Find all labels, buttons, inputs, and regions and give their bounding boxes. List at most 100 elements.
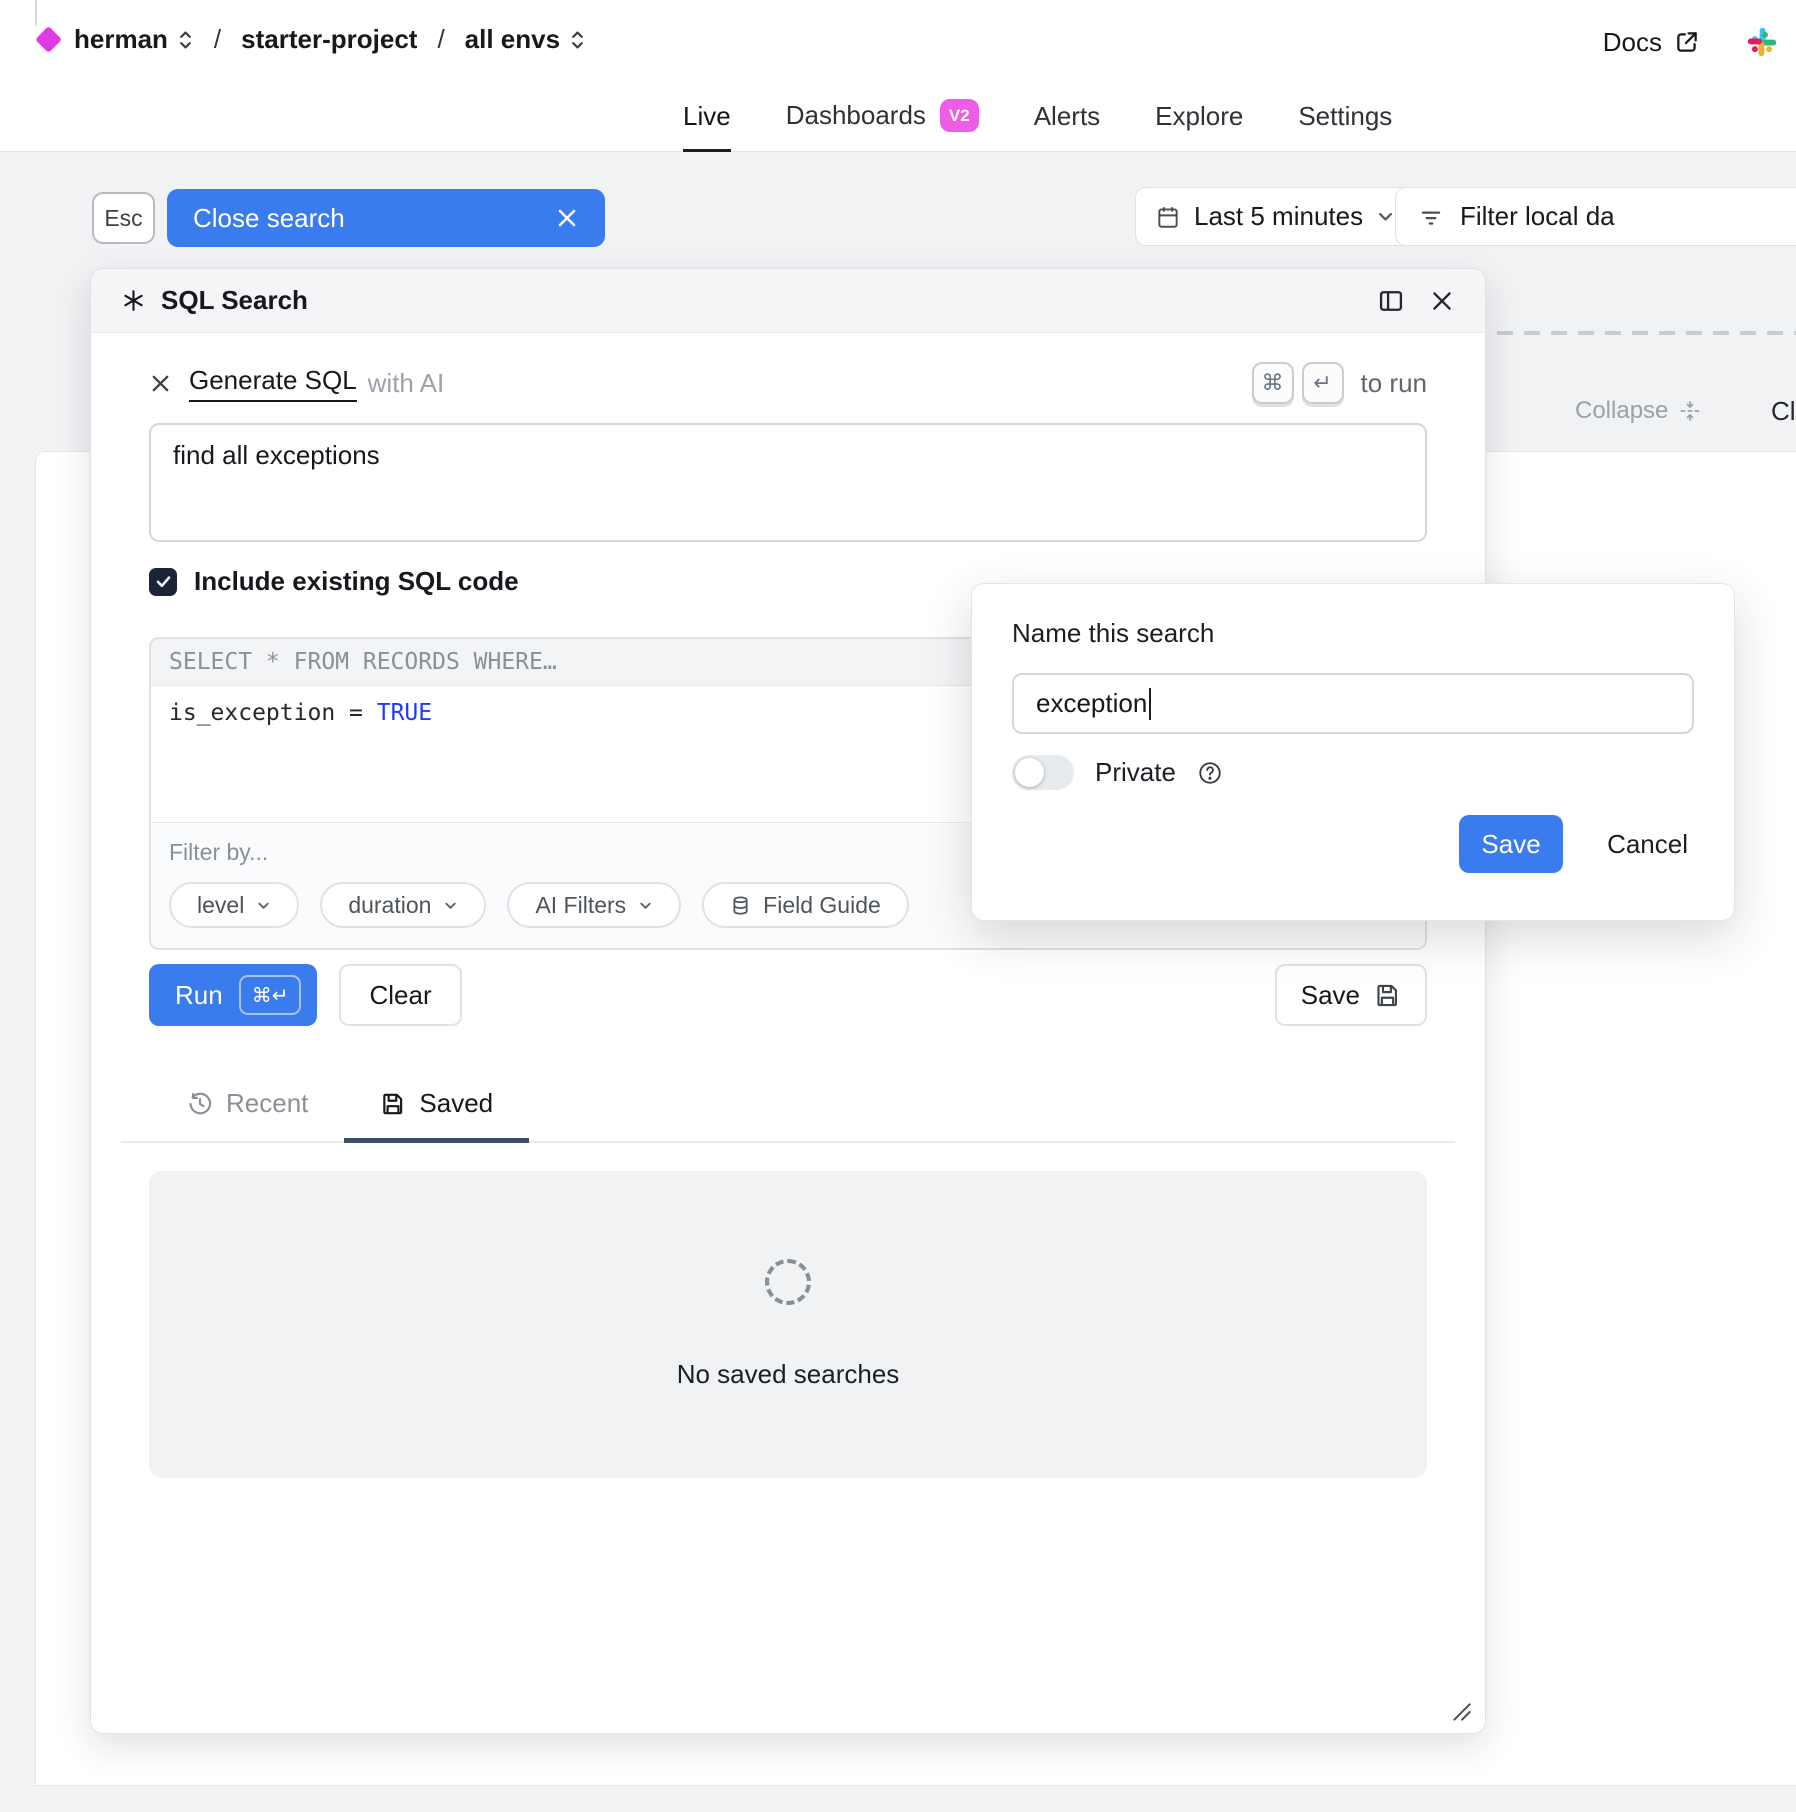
clipped-right-text[interactable]: Cl (1771, 396, 1796, 427)
skeleton-dashed-line (1497, 331, 1796, 335)
private-toggle[interactable] (1012, 755, 1074, 790)
tab-live[interactable]: Live (683, 101, 731, 152)
popover-title: Name this search (1012, 618, 1694, 649)
toggle-knob (1015, 758, 1044, 787)
edge-divider (35, 0, 37, 26)
history-icon (187, 1091, 213, 1117)
private-label: Private (1095, 757, 1176, 788)
docs-link[interactable]: Docs (1603, 27, 1700, 58)
save-button-label: Save (1301, 980, 1360, 1011)
tab-saved[interactable]: Saved (344, 1088, 529, 1141)
sql-code-field: is_exception (169, 700, 349, 726)
chip-label: AI Filters (535, 892, 626, 919)
calendar-icon (1155, 204, 1181, 230)
topbar-actions: Docs (1603, 26, 1778, 58)
search-name-value: exception (1036, 688, 1147, 719)
time-range-button[interactable]: Last 5 minutes (1135, 187, 1415, 246)
filter-local-label: Filter local da (1460, 201, 1615, 232)
include-sql-checkbox[interactable] (149, 568, 177, 596)
search-name-input[interactable]: exception (1012, 673, 1694, 734)
floppy-icon (380, 1091, 406, 1117)
updown-chevrons-icon (177, 28, 194, 52)
resize-handle[interactable] (1451, 1701, 1473, 1723)
tab-live-label: Live (683, 101, 731, 132)
filter-icon (1418, 204, 1444, 230)
check-icon (154, 572, 173, 591)
breadcrumb-separator: / (437, 24, 444, 55)
with-ai-label: with AI (368, 368, 445, 399)
ai-prompt-input[interactable]: find all exceptions (149, 423, 1427, 542)
generate-sql-row: Generate SQL with AI ⌘ ↵ to run (149, 361, 1427, 405)
esc-key-label: Esc (104, 205, 142, 232)
chip-field-guide[interactable]: Field Guide (702, 882, 909, 928)
enter-keycap: ↵ (1302, 362, 1344, 404)
chip-label: duration (348, 892, 431, 919)
tab-dashboards-label: Dashboards (786, 100, 926, 131)
tab-explore-label: Explore (1155, 101, 1243, 132)
env-label: all envs (465, 24, 560, 55)
private-toggle-row: Private (1012, 755, 1694, 790)
chevron-down-icon (638, 898, 653, 913)
chevron-down-icon (1376, 207, 1395, 226)
database-icon (730, 895, 751, 916)
slack-icon[interactable] (1746, 26, 1778, 58)
cmd-keycap: ⌘ (1252, 362, 1294, 404)
org-label: herman (74, 24, 168, 55)
floppy-icon (1374, 982, 1401, 1009)
history-tabs: Recent Saved (121, 1088, 1455, 1143)
collapse-label: Collapse (1575, 397, 1668, 425)
tab-alerts[interactable]: Alerts (1034, 101, 1100, 152)
dashed-circle-icon (765, 1259, 811, 1305)
tab-settings[interactable]: Settings (1298, 101, 1392, 152)
sql-code-operator: = (349, 700, 377, 726)
tab-explore[interactable]: Explore (1155, 101, 1243, 152)
generate-sql-link[interactable]: Generate SQL (189, 365, 357, 402)
chip-duration[interactable]: duration (320, 882, 486, 928)
clear-button[interactable]: Clear (339, 964, 461, 1026)
popover-cancel-button[interactable]: Cancel (1607, 829, 1688, 860)
close-search-label: Close search (193, 203, 345, 234)
run-button[interactable]: Run ⌘↵ (149, 964, 317, 1026)
chip-level[interactable]: level (169, 882, 299, 928)
tab-dashboards[interactable]: Dashboards V2 (786, 99, 979, 152)
esc-key-hint: Esc (92, 192, 155, 244)
clear-button-label: Clear (369, 980, 431, 1011)
run-shortcut-keycap: ⌘↵ (239, 975, 302, 1015)
tab-settings-label: Settings (1298, 101, 1392, 132)
collapse-icon (1678, 399, 1702, 423)
modal-title: SQL Search (161, 285, 308, 316)
include-sql-label: Include existing SQL code (194, 566, 519, 597)
env-selector[interactable]: all envs (465, 24, 586, 55)
empty-state-text: No saved searches (677, 1359, 900, 1390)
top-bar: herman / starter-project / all envs Live… (0, 0, 1796, 152)
main-nav: Live Dashboards V2 Alerts Explore Settin… (683, 99, 1392, 152)
saved-empty-panel: No saved searches (149, 1171, 1427, 1478)
asterisk-icon (121, 288, 146, 313)
chevron-down-icon (443, 898, 458, 913)
external-link-icon (1674, 29, 1700, 55)
help-icon[interactable] (1197, 760, 1223, 786)
save-search-button[interactable]: Save (1275, 964, 1427, 1026)
project-label: starter-project (241, 24, 417, 55)
modal-close-button[interactable] (1429, 288, 1455, 314)
breadcrumb-separator: / (214, 24, 221, 55)
panel-toggle-button[interactable] (1376, 287, 1406, 315)
tab-recent-label: Recent (226, 1088, 308, 1119)
text-caret (1149, 688, 1151, 720)
dismiss-generate-sql-button[interactable] (149, 372, 172, 395)
actions-row: Run ⌘↵ Clear Save (149, 964, 1427, 1026)
sql-search-modal: SQL Search Generate SQL with AI ⌘ ↵ (90, 268, 1486, 1734)
project-crumb[interactable]: starter-project (241, 24, 417, 55)
collapse-button[interactable]: Collapse (1575, 397, 1702, 425)
chip-label: Field Guide (763, 892, 881, 919)
org-selector[interactable]: herman (74, 24, 194, 55)
docs-label: Docs (1603, 27, 1662, 58)
updown-chevrons-icon (569, 28, 586, 52)
filter-local-button[interactable]: Filter local da (1395, 187, 1796, 246)
tab-recent[interactable]: Recent (151, 1088, 344, 1141)
popover-save-button[interactable]: Save (1459, 815, 1563, 873)
close-search-button[interactable]: Close search (167, 189, 605, 247)
tab-saved-label: Saved (419, 1088, 493, 1119)
chip-ai-filters[interactable]: AI Filters (507, 882, 681, 928)
run-button-label: Run (175, 980, 223, 1011)
